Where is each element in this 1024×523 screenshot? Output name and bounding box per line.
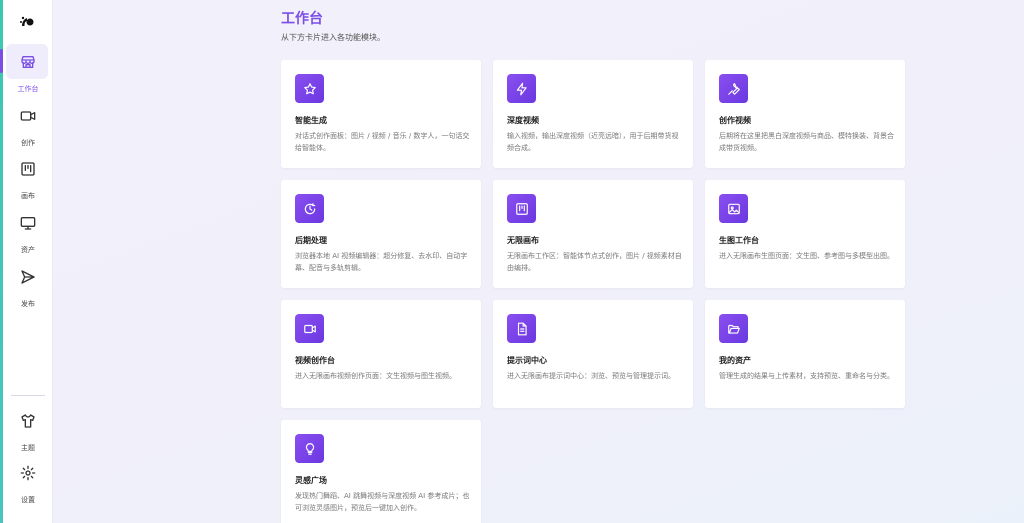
sidebar-item-label: 创作 — [21, 139, 35, 147]
card-title: 智能生成 — [295, 116, 327, 125]
lightning-icon — [516, 82, 527, 95]
card-title: 视频创作台 — [295, 356, 335, 365]
card-description: 管理生成的结果与上传素材，支持预览、重命名与分类。 — [719, 372, 894, 380]
sidebar-item-settings[interactable]: 设置 — [3, 457, 53, 507]
card-description: 对话式创作面板：图片 / 视频 / 音乐 / 数字人，一句话交给智能体。 — [295, 132, 470, 152]
active-item-indicator — [0, 49, 3, 73]
lightbulb-icon — [305, 442, 314, 455]
card-smart-generate[interactable]: 智能生成 对话式创作面板：图片 / 视频 / 音乐 / 数字人，一句话交给智能体… — [281, 60, 481, 168]
sidebar-item-workbench[interactable]: 工作台 — [0, 44, 53, 94]
page-subtitle: 从下方卡片进入各功能模块。 — [281, 33, 385, 42]
sidebar-item-canvas[interactable]: 画布 — [3, 151, 53, 201]
app-logo-icon — [20, 16, 34, 26]
card-description: 进入无限画布视频创作页面：文生视频与图生视频。 — [295, 372, 456, 380]
sidebar-divider — [11, 395, 45, 396]
card-title: 提示词中心 — [507, 356, 547, 365]
card-description: 后期将在这里把黑白深度视频与商品、模特换装、背景合成带货视频。 — [719, 132, 894, 152]
card-create-video[interactable]: 创作视频 后期将在这里把黑白深度视频与商品、模特换装、背景合成带货视频。 — [705, 60, 905, 168]
card-description: 发现热门舞蹈、AI 跳舞视频与深度视频 AI 参考成片；也可浏览灵感图片，预览后… — [295, 492, 470, 512]
send-icon — [21, 270, 35, 284]
shirt-icon — [21, 414, 35, 428]
card-description: 浏览器本地 AI 视频编辑器：超分修复、去水印、自动字幕、配音与多轨剪辑。 — [295, 252, 468, 272]
card-post-processing[interactable]: 后期处理 浏览器本地 AI 视频编辑器：超分修复、去水印、自动字幕、配音与多轨剪… — [281, 180, 481, 288]
card-title: 创作视频 — [719, 116, 751, 125]
clock-icon — [304, 202, 315, 214]
card-inspiration-square[interactable]: 灵感广场 发现热门舞蹈、AI 跳舞视频与深度视频 AI 参考成片；也可浏览灵感图… — [281, 420, 481, 523]
sidebar-item-label: 工作台 — [17, 85, 39, 93]
star-icon — [303, 82, 316, 94]
monitor-icon — [20, 217, 36, 230]
card-infinite-canvas[interactable]: 无限画布 无限画布工作区：智能体节点式创作，图片 / 视频素材自由编排。 — [493, 180, 693, 288]
card-title: 生图工作台 — [719, 236, 759, 245]
card-icon-box — [295, 74, 324, 103]
gear-icon — [20, 465, 36, 481]
sidebar-item-label: 设置 — [21, 496, 35, 504]
video-icon — [303, 324, 316, 333]
card-image-workbench[interactable]: 生图工作台 进入无限画布生图页面：文生图、参考图与多模型出图。 — [705, 180, 905, 288]
sidebar-item-theme[interactable]: 主题 — [3, 403, 53, 453]
card-icon-box — [719, 314, 748, 343]
card-icon-box — [719, 194, 748, 223]
card-video-workbench[interactable]: 视频创作台 进入无限画布视频创作页面：文生视频与图生视频。 — [281, 300, 481, 408]
video-camera-icon — [20, 111, 36, 121]
card-icon-box — [295, 434, 324, 463]
sidebar-item-create[interactable]: 创作 — [3, 98, 53, 148]
sidebar: 工作台 创作 画布 资产 发布 主题 设置 — [0, 0, 53, 523]
kanban-icon — [21, 162, 35, 176]
wrench-icon — [727, 82, 740, 95]
card-description: 进入无限画布提示词中心：浏览、预览与管理提示词。 — [507, 372, 675, 380]
card-title: 灵感广场 — [295, 476, 327, 485]
store-icon — [21, 56, 35, 68]
card-icon-box — [719, 74, 748, 103]
image-icon — [727, 203, 740, 214]
document-icon — [517, 322, 527, 335]
folder-open-icon — [727, 324, 740, 334]
card-icon-box — [507, 194, 536, 223]
sidebar-item-publish[interactable]: 发布 — [3, 259, 53, 309]
sidebar-item-label: 主题 — [21, 444, 35, 452]
card-icon-box — [295, 194, 324, 223]
card-title: 深度视频 — [507, 116, 539, 125]
card-icon-box — [295, 314, 324, 343]
sidebar-item-assets[interactable]: 资产 — [3, 205, 53, 255]
sidebar-item-label: 发布 — [21, 300, 35, 308]
kanban-icon — [515, 202, 528, 215]
card-description: 进入无限画布生图页面：文生图、参考图与多模型出图。 — [719, 252, 894, 260]
card-icon-box — [507, 314, 536, 343]
card-my-assets[interactable]: 我的资产 管理生成的结果与上传素材，支持预览、重命名与分类。 — [705, 300, 905, 408]
card-depth-video[interactable]: 深度视频 输入视频，输出深度视频（近亮远暗），用于后期带货视频合成。 — [493, 60, 693, 168]
card-prompt-center[interactable]: 提示词中心 进入无限画布提示词中心：浏览、预览与管理提示词。 — [493, 300, 693, 408]
card-description: 输入视频，输出深度视频（近亮远暗），用于后期带货视频合成。 — [507, 132, 679, 152]
page-title: 工作台 — [281, 11, 323, 27]
card-title: 无限画布 — [507, 236, 539, 245]
card-title: 我的资产 — [719, 356, 751, 365]
card-icon-box — [507, 74, 536, 103]
card-description: 无限画布工作区：智能体节点式创作，图片 / 视频素材自由编排。 — [507, 252, 682, 272]
sidebar-item-label: 资产 — [21, 246, 35, 254]
card-title: 后期处理 — [295, 236, 327, 245]
sidebar-item-label: 画布 — [21, 192, 35, 200]
